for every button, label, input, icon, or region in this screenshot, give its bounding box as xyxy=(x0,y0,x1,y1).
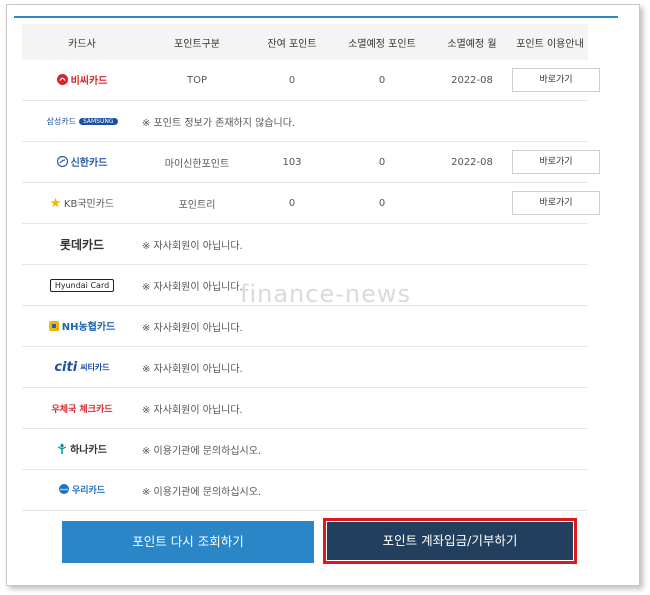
table-row: 우리카드 ※ 이용기관에 문의하십시오. xyxy=(22,469,588,511)
point-type: 포인트리 xyxy=(142,182,252,224)
action-cell: 바로가기 xyxy=(512,60,600,101)
card-cell: 삼성카드 SAMSUNG xyxy=(22,100,142,142)
table-top-line xyxy=(14,16,618,18)
expire-month: 2022-08 xyxy=(432,60,512,101)
card-cell: KB국민카드 xyxy=(22,182,142,224)
row-message: ※ 자사회원이 아닙니다. xyxy=(142,346,588,388)
go-button-bc[interactable]: 바로가기 xyxy=(512,68,600,92)
lotte-card-logo: 롯데카드 xyxy=(59,237,105,252)
card-cell: 하나카드 xyxy=(22,428,142,470)
row-message: ※ 자사회원이 아닙니다. xyxy=(142,305,588,347)
header-expire-month: 소멸예정 월 xyxy=(432,24,512,60)
table-row: NH농협카드 ※ 자사회원이 아닙니다. xyxy=(22,305,588,347)
expire-month: 2022-08 xyxy=(432,141,512,183)
shinhan-card-logo: 신한카드 xyxy=(56,154,107,169)
shinhan-card-icon xyxy=(56,156,68,167)
table-row: 비씨카드 TOP 0 0 2022-08 바로가기 xyxy=(22,60,600,101)
row-message: ※ 이용기관에 문의하십시오. xyxy=(142,428,588,470)
balance: 0 xyxy=(252,60,332,101)
expire-month xyxy=(432,182,512,224)
table-row: KB국민카드 포인트리 0 0 바로가기 xyxy=(22,182,600,224)
card-cell: 우리카드 xyxy=(22,469,142,511)
header-card: 카드사 xyxy=(22,24,142,60)
card-cell: Hyundai Card xyxy=(22,264,142,306)
row-message: ※ 자사회원이 아닙니다. xyxy=(142,387,588,429)
card-cell: citi 씨티카드 xyxy=(22,346,142,388)
deposit-donate-button[interactable]: 포인트 계좌입금/기부하기 xyxy=(327,522,573,560)
deposit-button-highlight: 포인트 계좌입금/기부하기 xyxy=(323,518,577,564)
balance: 0 xyxy=(252,182,332,224)
expiring-points: 0 xyxy=(332,182,432,224)
post-card-logo: 우체국 체크카드 xyxy=(51,404,113,415)
go-button-shinhan[interactable]: 바로가기 xyxy=(512,150,600,174)
point-type: TOP xyxy=(142,60,252,101)
card-cell: 신한카드 xyxy=(22,141,142,183)
table-row: 신한카드 마이신한포인트 103 0 2022-08 바로가기 xyxy=(22,141,600,183)
kb-card-logo: KB국민카드 xyxy=(50,195,114,210)
balance: 103 xyxy=(252,141,332,183)
card-cell: 우체국 체크카드 xyxy=(22,387,142,429)
table-row: 우체국 체크카드 ※ 자사회원이 아닙니다. xyxy=(22,387,588,429)
bc-card-icon xyxy=(56,74,68,85)
samsung-badge: SAMSUNG xyxy=(78,117,118,125)
header-expiring: 소멸예정 포인트 xyxy=(332,24,432,60)
woori-card-logo: 우리카드 xyxy=(58,483,105,496)
nh-icon xyxy=(48,320,59,331)
action-cell: 바로가기 xyxy=(512,182,600,224)
kb-star-icon xyxy=(50,197,61,208)
table-row: 하나카드 ※ 이용기관에 문의하십시오. xyxy=(22,428,588,470)
card-cell: NH농협카드 xyxy=(22,305,142,347)
point-type: 마이신한포인트 xyxy=(142,141,252,183)
woori-icon xyxy=(58,484,69,495)
nh-card-logo: NH농협카드 xyxy=(48,318,115,333)
citi-card-logo: citi 씨티카드 xyxy=(54,359,110,375)
table-row: 삼성카드 SAMSUNG ※ 포인트 정보가 존재하지 않습니다. xyxy=(22,100,588,142)
table-row: 롯데카드 ※ 자사회원이 아닙니다. xyxy=(22,223,588,265)
expiring-points: 0 xyxy=(332,141,432,183)
expiring-points: 0 xyxy=(332,60,432,101)
hana-card-logo: 하나카드 xyxy=(57,441,107,456)
action-cell: 바로가기 xyxy=(512,141,600,183)
refresh-points-button[interactable]: 포인트 다시 조회하기 xyxy=(62,521,314,563)
card-cell: 롯데카드 xyxy=(22,223,142,265)
bc-card-logo: 비씨카드 xyxy=(56,72,107,87)
header-guide: 포인트 이용안내 xyxy=(512,24,588,60)
hyundai-card-logo: Hyundai Card xyxy=(49,278,115,292)
table-row: citi 씨티카드 ※ 자사회원이 아닙니다. xyxy=(22,346,588,388)
card-points-table: 카드사 포인트구분 잔여 포인트 소멸예정 포인트 소멸예정 월 포인트 이용안… xyxy=(22,24,600,511)
row-message: ※ 포인트 정보가 존재하지 않습니다. xyxy=(142,100,588,142)
row-message: ※ 자사회원이 아닙니다. xyxy=(142,264,588,306)
table-row: Hyundai Card ※ 자사회원이 아닙니다. xyxy=(22,264,588,306)
go-button-kb[interactable]: 바로가기 xyxy=(512,191,600,215)
row-message: ※ 이용기관에 문의하십시오. xyxy=(142,469,588,511)
table-header-row: 카드사 포인트구분 잔여 포인트 소멸예정 포인트 소멸예정 월 포인트 이용안… xyxy=(22,24,588,60)
card-cell: 비씨카드 xyxy=(22,60,142,101)
header-point-type: 포인트구분 xyxy=(142,24,252,60)
samsung-card-logo: 삼성카드 SAMSUNG xyxy=(47,116,118,127)
header-balance: 잔여 포인트 xyxy=(252,24,332,60)
row-message: ※ 자사회원이 아닙니다. xyxy=(142,223,588,265)
citi-wordmark: citi xyxy=(54,359,78,375)
hana-icon xyxy=(57,443,67,454)
